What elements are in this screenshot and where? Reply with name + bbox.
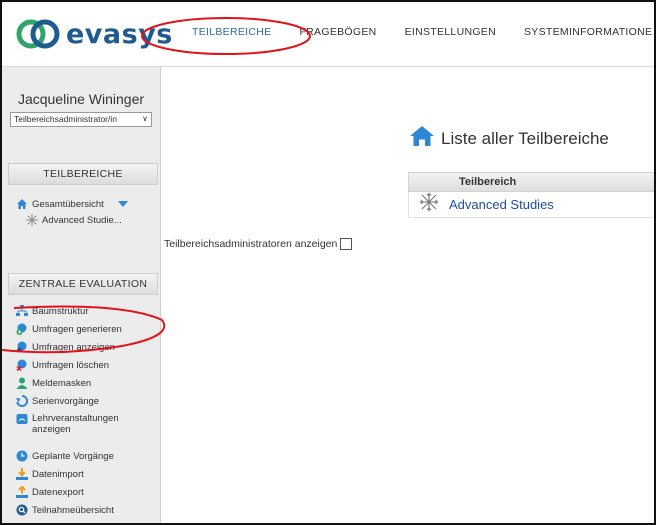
sidebar-item-label: Umfragen generieren [32, 323, 122, 335]
page-title-row: Liste aller Teilbereiche [410, 126, 609, 151]
participation-overview-icon [16, 504, 28, 516]
batch-process-icon [16, 394, 29, 407]
teilbereich-link-advanced-studies[interactable]: Advanced Studies [449, 197, 554, 212]
evasys-logo[interactable]: evasys [16, 14, 173, 54]
sidebar-item-geplante-vorgaenge[interactable]: Geplante Vorgänge [16, 450, 114, 462]
sidebar-item-umfragen-anzeigen[interactable]: Umfragen anzeigen [16, 341, 115, 353]
sidebar-item-umfragen-generieren[interactable]: Umfragen generieren [16, 323, 122, 335]
report-mask-icon [16, 377, 28, 389]
chevron-down-icon: ∨ [142, 114, 148, 123]
sidebar-item-label: Advanced Studie... [42, 214, 122, 226]
sidebar-item-datenimport[interactable]: Datenimport [16, 468, 84, 480]
view-surveys-icon [16, 341, 28, 353]
sidebar-item-label: Umfragen anzeigen [32, 341, 115, 353]
home-icon [410, 126, 434, 151]
courses-icon [16, 413, 28, 425]
snowflake-icon [26, 214, 38, 226]
admin-toggle-checkbox[interactable] [340, 238, 353, 250]
sidebar-item-label: Datenimport [32, 468, 84, 480]
nav-tab-frageboegen[interactable]: FRAGEBÖGEN [299, 26, 376, 38]
section-heading-teilbereiche: TEILBEREICHE [8, 163, 158, 185]
brand-name: evasys [66, 18, 173, 50]
teilbereiche-table: Teilbereich Advanced Studies [408, 172, 654, 218]
sidebar-item-label: Gesamtübersicht [32, 198, 104, 210]
sidebar-item-serienvorgaenge[interactable]: Serienvorgänge [16, 394, 100, 407]
sidebar-item-label: Geplante Vorgänge [32, 450, 114, 462]
data-export-icon [16, 484, 28, 498]
sidebar-item-advanced-studies[interactable]: Advanced Studie... [26, 214, 122, 226]
sidebar-item-label: Umfragen löschen [32, 359, 110, 371]
nav-tab-systeminformationen[interactable]: SYSTEMINFORMATIONE [524, 26, 652, 38]
nav-tab-einstellungen[interactable]: EINSTELLUNGEN [405, 26, 496, 38]
sidebar-item-label: Teilnahmeübersicht [32, 504, 114, 516]
sidebar-item-label: Datenexport [32, 486, 84, 498]
user-name: Jacqueline Wininger [17, 91, 145, 107]
role-select[interactable]: Teilbereichsadministrator/in ∨ [10, 112, 152, 127]
table-header-teilbereich: Teilbereich [408, 172, 654, 192]
sidebar-item-datenexport[interactable]: Datenexport [16, 484, 84, 498]
top-bar: evasys TEILBEREICHE FRAGEBÖGEN EINSTELLU… [2, 2, 654, 67]
sidebar-item-baumstruktur[interactable]: Baumstruktur [16, 305, 89, 317]
admin-toggle-label: Teilbereichsadministratoren anzeigen [164, 238, 338, 250]
sidebar: Jacqueline Wininger Teilbereichsadminist… [2, 67, 161, 523]
section-heading-zentrale-evaluation: ZENTRALE EVALUATION [8, 273, 158, 295]
sidebar-item-teilnahmeuebersicht[interactable]: Teilnahmeübersicht [16, 504, 114, 516]
sidebar-item-lehrveranstaltungen[interactable]: Lehrveranstaltungen anzeigen [16, 413, 132, 435]
snowflake-icon [419, 192, 439, 217]
page-title: Liste aller Teilbereiche [441, 128, 609, 148]
logo-icon [16, 17, 60, 51]
sidebar-item-gesamtuebersicht[interactable]: Gesamtübersicht [16, 198, 128, 210]
home-icon [16, 198, 28, 210]
app-frame: evasys TEILBEREICHE FRAGEBÖGEN EINSTELLU… [0, 0, 656, 525]
scheduled-tasks-icon [16, 450, 28, 462]
sidebar-item-label: Baumstruktur [32, 305, 89, 317]
dropdown-arrow-icon[interactable] [117, 199, 128, 210]
sidebar-item-label: Meldemasken [32, 377, 92, 389]
admin-toggle: Teilbereichsadministratoren anzeigen [164, 238, 353, 250]
sidebar-item-label: Serienvorgänge [32, 395, 100, 407]
sidebar-item-label: Lehrveranstaltungen anzeigen [32, 413, 119, 435]
data-import-icon [16, 468, 28, 480]
sidebar-item-meldemasken[interactable]: Meldemasken [16, 377, 91, 389]
delete-surveys-icon [16, 359, 28, 372]
main-nav: TEILBEREICHE FRAGEBÖGEN EINSTELLUNGEN SY… [192, 26, 654, 38]
table-row[interactable]: Advanced Studies [408, 192, 654, 218]
tree-structure-icon [16, 305, 28, 317]
sidebar-item-umfragen-loeschen[interactable]: Umfragen löschen [16, 359, 110, 372]
nav-tab-teilbereiche[interactable]: TEILBEREICHE [192, 26, 271, 38]
role-select-value: Teilbereichsadministrator/in [14, 114, 117, 124]
generate-survey-icon [16, 323, 28, 335]
